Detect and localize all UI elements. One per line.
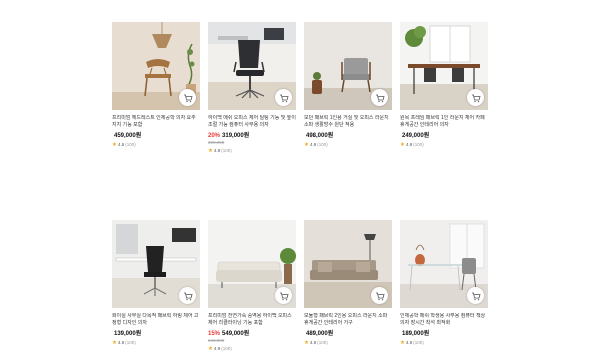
add-to-cart-button[interactable] (179, 287, 196, 304)
rating-value: 4.9 (309, 142, 317, 147)
review-count: (100) (317, 142, 328, 147)
star-icon: ★ (208, 148, 213, 154)
add-to-cart-button[interactable] (275, 89, 292, 106)
product-rating: ★ 4.9 (100) (208, 148, 296, 154)
add-to-cart-button[interactable] (467, 287, 484, 304)
product-price: 319,000원 (222, 133, 250, 139)
product-card[interactable]: 인체공학 메쉬 학생용 사무용 컴퓨터 책상 의자 장시간 착석 최적화 189… (400, 220, 488, 352)
star-icon: ★ (400, 340, 405, 346)
product-rating: ★ 4.9 (100) (304, 142, 392, 148)
product-price: 459,000원 (114, 133, 142, 139)
review-count: (100) (413, 340, 424, 345)
product-price: 489,000원 (306, 331, 334, 337)
product-image[interactable] (208, 220, 296, 308)
product-title[interactable]: 모던 패브릭 1인용 거실 및 오피스 라운지 소파 생활방수 원단 적용 (304, 115, 392, 129)
product-title[interactable]: 프리미엄 헤드레스트 인체공학 의자 요추지지 기능 포함 (112, 115, 200, 129)
product-card[interactable]: 모듈형 패브릭 2인용 오피스 라운지 소파 휴게공간 인테리어 가구 489,… (304, 220, 392, 352)
review-count: (100) (221, 148, 232, 153)
rating-value: 4.9 (117, 340, 125, 345)
rating-value: 4.9 (309, 340, 317, 345)
product-image[interactable] (400, 220, 488, 308)
product-title[interactable]: 화이실 사무실 다목적 패브릭 하링 체어 고정형 디자인 의자 (112, 313, 200, 327)
rating-value: 4.9 (213, 346, 221, 351)
product-card[interactable]: 프리미엄 헤드레스트 인체공학 의자 요추지지 기능 포함 459,000원 ★… (112, 22, 200, 154)
product-rating: ★ 4.9 (100) (400, 340, 488, 346)
cart-icon (183, 292, 193, 300)
original-price: 646,000 (208, 338, 225, 343)
product-price: 249,000원 (402, 133, 430, 139)
star-icon: ★ (304, 142, 309, 148)
star-icon: ★ (208, 346, 213, 352)
review-count: (100) (413, 142, 424, 147)
product-price: 189,000원 (402, 331, 430, 337)
rating-value: 4.9 (405, 142, 413, 147)
product-image[interactable] (112, 220, 200, 308)
product-price-row: 498,000원 (304, 132, 392, 140)
product-price-row: 489,000원 (304, 330, 392, 338)
star-icon: ★ (112, 340, 117, 346)
star-icon: ★ (112, 142, 117, 148)
review-count: (100) (317, 340, 328, 345)
product-image[interactable] (112, 22, 200, 110)
product-card[interactable]: 모던 패브릭 1인용 거실 및 오피스 라운지 소파 생활방수 원단 적용 49… (304, 22, 392, 154)
product-title[interactable]: 원목 프레임 패브릭 1인 라운지 체어 카페 휴게공간 인테리어 의자 (400, 115, 488, 129)
product-grid: 프리미엄 헤드레스트 인체공학 의자 요추지지 기능 포함 459,000원 ★… (112, 22, 488, 352)
product-rating: ★ 4.5 (100) (112, 142, 200, 148)
add-to-cart-button[interactable] (467, 89, 484, 106)
rating-value: 4.9 (405, 340, 413, 345)
review-count: (100) (221, 346, 232, 351)
product-card[interactable]: 원목 프레임 패브릭 1인 라운지 체어 카페 휴게공간 인테리어 의자 249… (400, 22, 488, 154)
product-card[interactable]: 프리미엄 천연가죽 중역용 하이백 오피스 체어 리클라이닝 기능 포함 15%… (208, 220, 296, 352)
product-title[interactable]: 인체공학 메쉬 학생용 사무용 컴퓨터 책상 의자 장시간 착석 최적화 (400, 313, 488, 327)
cart-icon (279, 94, 289, 102)
product-title[interactable]: 모듈형 패브릭 2인용 오피스 라운지 소파 휴게공간 인테리어 가구 (304, 313, 392, 327)
product-card[interactable]: 하이백 메쉬 오피스 체어 틸팅 기능 및 높이 조절 가능 컴퓨터 사무용 의… (208, 22, 296, 154)
add-to-cart-button[interactable] (179, 89, 196, 106)
product-price-row: 249,000원 (400, 132, 488, 140)
product-price-row: 189,000원 (400, 330, 488, 338)
product-image[interactable] (208, 22, 296, 110)
cart-icon (471, 94, 481, 102)
cart-icon (375, 94, 385, 102)
star-icon: ★ (304, 340, 309, 346)
discount-rate: 20% (208, 133, 221, 139)
discount-rate: 15% (208, 331, 221, 337)
original-price: 399,000 (208, 140, 225, 145)
product-card[interactable]: 화이실 사무실 다목적 패브릭 하링 체어 고정형 디자인 의자 139,000… (112, 220, 200, 352)
review-count: (100) (125, 340, 136, 345)
product-price-row: 139,000원 (112, 330, 200, 338)
product-price-row: 15% 549,000원 (208, 330, 296, 338)
product-rating: ★ 4.9 (100) (208, 346, 296, 352)
cart-icon (183, 94, 193, 102)
cart-icon (279, 292, 289, 300)
add-to-cart-button[interactable] (275, 287, 292, 304)
product-price-row: 459,000원 (112, 132, 200, 140)
rating-value: 4.9 (213, 148, 221, 153)
product-price: 498,000원 (306, 133, 334, 139)
star-icon: ★ (400, 142, 405, 148)
product-image[interactable] (304, 22, 392, 110)
product-rating: ★ 4.9 (100) (304, 340, 392, 346)
add-to-cart-button[interactable] (371, 287, 388, 304)
product-price: 549,000원 (222, 331, 250, 337)
cart-icon (375, 292, 385, 300)
review-count: (100) (125, 142, 136, 147)
product-image[interactable] (304, 220, 392, 308)
product-rating: ★ 4.9 (100) (112, 340, 200, 346)
cart-icon (471, 292, 481, 300)
product-title[interactable]: 하이백 메쉬 오피스 체어 틸팅 기능 및 높이 조절 가능 컴퓨터 사무용 의… (208, 115, 296, 129)
product-rating: ★ 4.9 (100) (400, 142, 488, 148)
add-to-cart-button[interactable] (371, 89, 388, 106)
product-image[interactable] (400, 22, 488, 110)
rating-value: 4.5 (117, 142, 125, 147)
product-price: 139,000원 (114, 331, 142, 337)
product-title[interactable]: 프리미엄 천연가죽 중역용 하이백 오피스 체어 리클라이닝 기능 포함 (208, 313, 296, 327)
product-price-row: 20% 319,000원 (208, 132, 296, 140)
